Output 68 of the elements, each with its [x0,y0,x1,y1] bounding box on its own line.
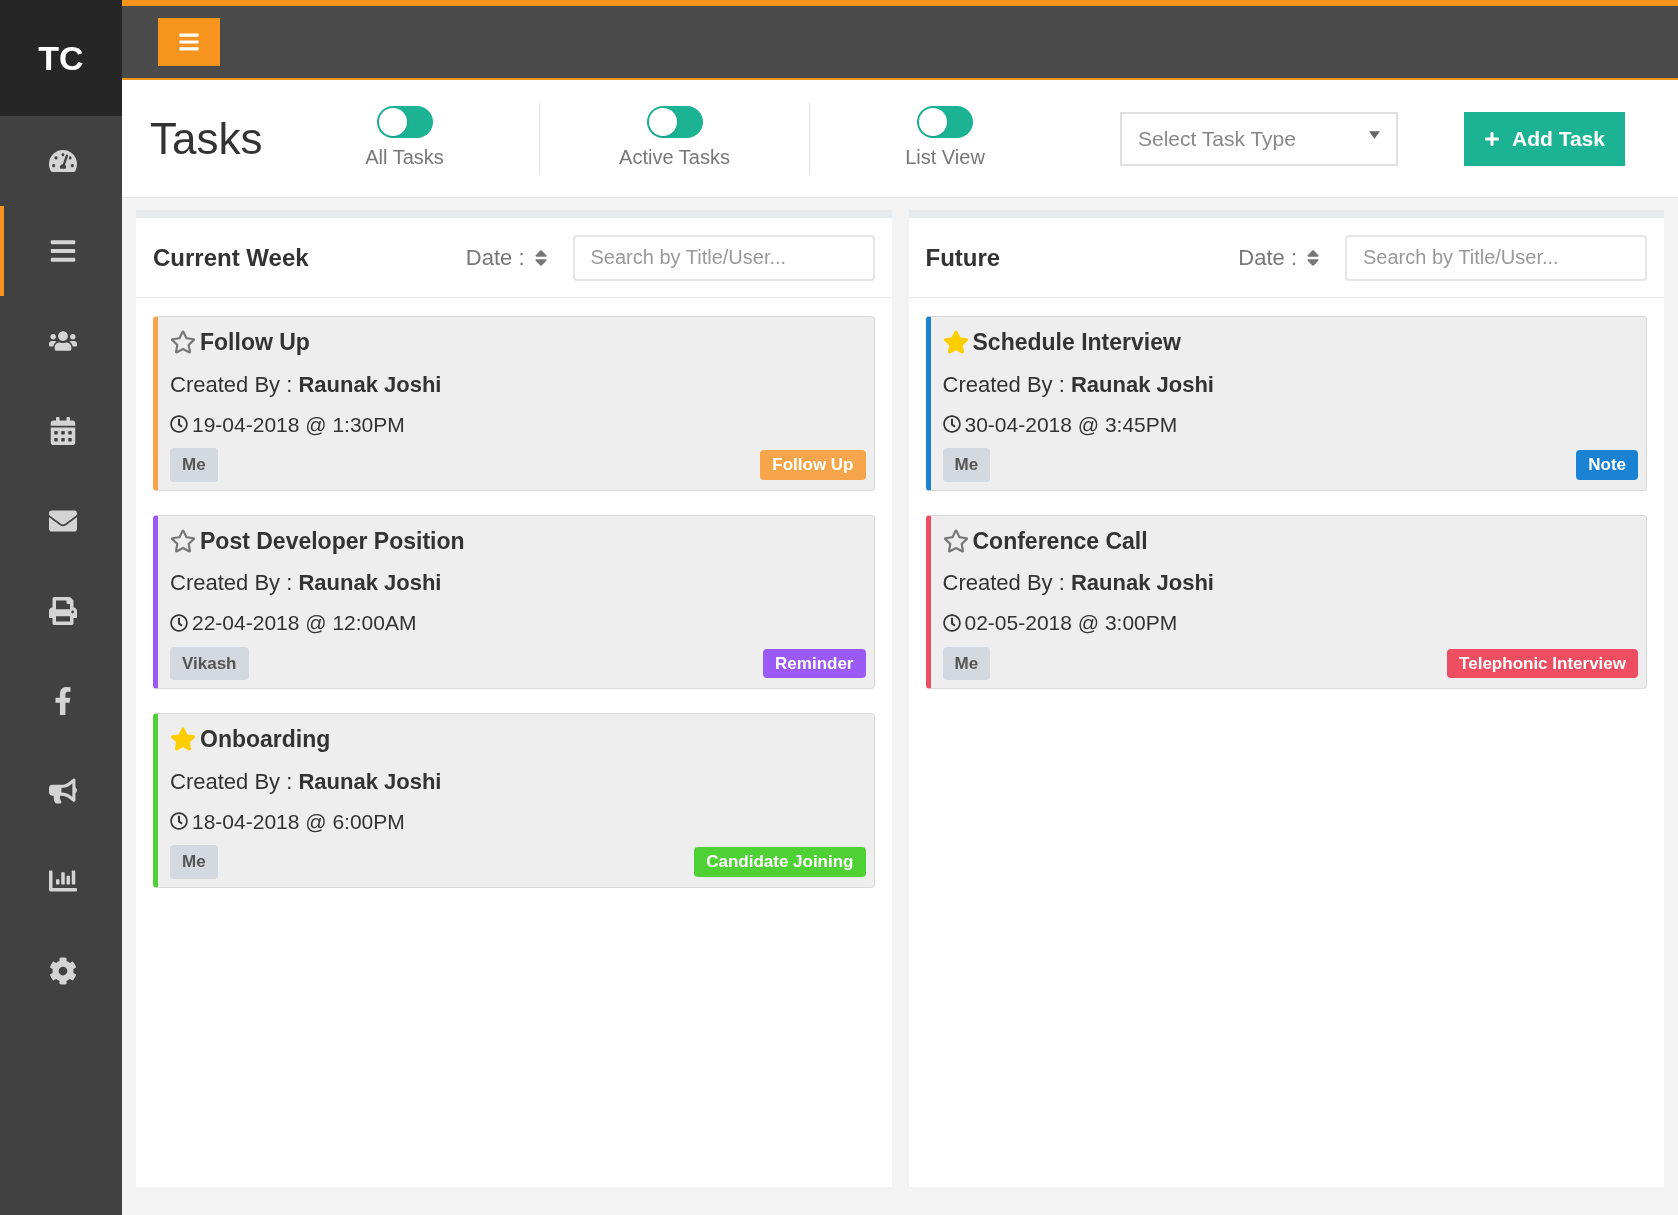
task-datetime: 19-04-2018 @ 1:30PM [192,411,405,438]
task-card[interactable]: Conference Call Created By : Raunak Joshi 02-05-2018 @ 3:00PM Me Telephonic Interview [925,514,1647,689]
toggle-switch[interactable] [917,105,973,138]
menu-icon [49,237,77,265]
column-title: Future [925,242,1002,273]
task-title: Post Developer Position [200,526,465,556]
toggle-switch[interactable] [646,105,703,138]
task-title: Schedule Interview [972,328,1181,357]
clock-icon [170,415,188,434]
toggle-label: Active Tasks [619,144,730,170]
clock-icon [942,613,961,632]
task-datetime: 22-04-2018 @ 12:00AM [192,610,417,636]
task-title: Conference Call [972,526,1148,556]
task-datetime: 30-04-2018 @ 3:45PM [964,411,1178,438]
clock-icon [942,415,961,434]
column-title: Current Week [153,242,310,273]
task-type-tag: Candidate Joining [694,847,866,877]
sort-icon[interactable] [1305,247,1321,268]
created-by-text: Created By : Raunak Joshi [942,569,1215,597]
megaphone-icon [49,777,77,805]
star-outline-icon[interactable] [942,527,969,554]
task-datetime: 02-05-2018 @ 3:00PM [964,610,1178,636]
sort-label: Date : [465,244,525,272]
task-card[interactable]: Post Developer Position Created By : Raunak Joshi 22-04-2018 @ 12:00AM Vikash Reminder [153,514,875,689]
created-by-text: Created By : Raunak Joshi [170,569,443,597]
plus-icon [1484,130,1500,147]
clock-icon [170,812,188,831]
calendar-icon [49,417,77,445]
toggle-switch[interactable] [376,105,433,138]
task-card[interactable]: Onboarding Created By : Raunak Joshi 18-04-2018 @ 6:00PM Me Candidate Joining [153,713,875,888]
assignee-label: Me [942,646,991,680]
task-title: Follow Up [200,328,310,357]
assignee-label: Me [942,448,991,482]
task-title: Onboarding [200,725,331,754]
created-by-text: Created By : Raunak Joshi [170,767,443,796]
task-type-tag: Telephonic Interview [1447,648,1638,678]
select-placeholder: Select Task Type [1138,125,1296,152]
toggle-label: All Tasks [365,144,444,170]
dashboard-icon [49,147,77,175]
sort-label: Date : [1238,244,1297,272]
settings-icon [49,957,77,985]
sort-icon[interactable] [532,247,549,268]
task-type-tag: Reminder [763,648,866,678]
task-type-select[interactable]: Select Task Type [1120,111,1398,166]
search-field[interactable]: Search by Title/User... [1345,234,1647,281]
printer-icon [49,597,77,625]
star-outline-icon[interactable] [170,329,196,356]
created-by-text: Created By : Raunak Joshi [170,370,443,399]
caret-icon [1369,130,1380,139]
task-card[interactable]: Follow Up Created By : Raunak Joshi 19-04-2018 @ 1:30PM Me Follow Up [153,316,875,491]
toggle-label: List View [905,144,985,170]
star-icon[interactable] [170,726,196,753]
clock-icon [170,613,188,632]
created-by-text: Created By : Raunak Joshi [942,370,1215,399]
menu-icon [178,31,200,53]
task-type-tag: Note [1576,450,1638,480]
task-type-tag: Follow Up [760,450,866,480]
assignee-label: Me [170,845,218,879]
star-icon[interactable] [942,329,969,356]
menu-button[interactable] [158,18,220,66]
task-card[interactable]: Schedule Interview Created By : Raunak Joshi 30-04-2018 @ 3:45PM Me Note [925,316,1647,491]
task-datetime: 18-04-2018 @ 6:00PM [192,808,405,835]
star-outline-icon[interactable] [170,527,196,554]
logo-text: TC [38,37,84,79]
page-title: Tasks [150,112,264,165]
search-field[interactable]: Search by Title/User... [572,234,875,281]
assignee-label: Vikash [170,646,249,680]
assignee-label: Me [170,448,218,482]
